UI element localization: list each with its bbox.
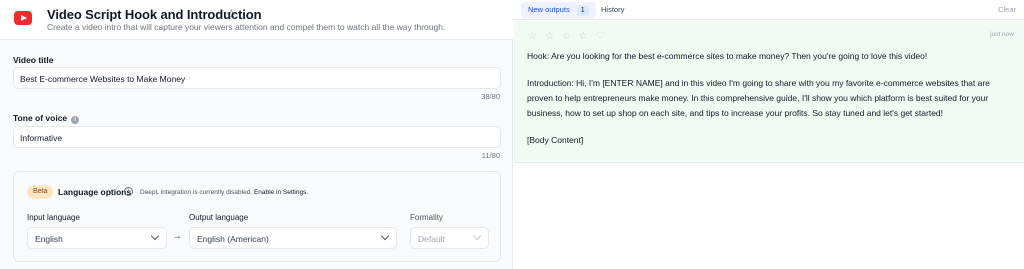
chevron-down-icon: [380, 231, 390, 241]
tone-of-voice-label-text: Tone of voice: [13, 113, 68, 123]
input-language-select[interactable]: English: [27, 227, 167, 249]
star-icon[interactable]: ☆: [562, 31, 571, 42]
beta-badge: Beta: [27, 185, 54, 199]
star-icon[interactable]: ☆: [528, 31, 537, 42]
form-panel: Video Script Hook and Introduction ☆ Cre…: [0, 0, 513, 269]
clear-button[interactable]: Clear: [998, 2, 1016, 18]
formality-select[interactable]: Default: [410, 227, 489, 249]
tab-history[interactable]: History: [594, 2, 631, 18]
formality-value: Default: [418, 234, 445, 244]
output-paragraph: Introduction: Hi, I'm [ENTER NAME] and i…: [527, 78, 990, 118]
output-language-label: Output language: [189, 213, 249, 222]
info-icon[interactable]: i: [71, 116, 80, 124]
chevron-down-icon: [150, 231, 160, 241]
input-language-label: Input language: [27, 213, 80, 222]
output-card: ☆ ☆ ☆ ☆ ♡ just now Hook: Are you looking for…: [514, 21, 1024, 163]
output-paragraph: [Body Content]: [527, 135, 584, 145]
deepl-note-text: DeepL integration is currently disabled.: [140, 189, 253, 196]
output-timestamp: just now: [990, 31, 1014, 38]
output-language-select[interactable]: English (American): [189, 227, 397, 249]
output-text[interactable]: Hook: Are you looking for the best e-com…: [527, 49, 1013, 160]
language-options-card: Beta Language options i DeepL integratio…: [13, 171, 501, 262]
output-language-value: English (American): [197, 234, 269, 244]
video-title-label: Video title: [13, 55, 54, 65]
deepl-note: DeepL integration is currently disabled.…: [140, 189, 308, 196]
tab-new-outputs[interactable]: New outputs 1: [521, 2, 596, 18]
tab-new-outputs-label: New outputs: [528, 5, 570, 14]
language-info-icon[interactable]: i: [124, 187, 133, 196]
input-language-value: English: [35, 234, 63, 244]
new-outputs-count-badge: 1: [576, 5, 589, 16]
heart-icon[interactable]: ♡: [596, 31, 605, 42]
output-tabs: New outputs 1 History Clear: [514, 0, 1024, 20]
output-panel: New outputs 1 History Clear ☆ ☆ ☆ ☆ ♡ just no…: [514, 0, 1024, 269]
video-title-input[interactable]: Best E-commerce Websites to Make Money: [13, 67, 501, 89]
star-icon[interactable]: ☆: [579, 31, 588, 42]
favorite-star-icon[interactable]: ☆: [225, 6, 238, 22]
tone-of-voice-counter: 11/80: [481, 151, 500, 160]
star-icon[interactable]: ☆: [545, 31, 554, 42]
chevron-down-icon: [472, 231, 482, 241]
enable-in-settings-link[interactable]: Enable in Settings.: [254, 189, 308, 196]
language-options-title: Language options: [58, 187, 132, 197]
tool-header: Video Script Hook and Introduction ☆ Cre…: [0, 0, 513, 40]
arrow-right-icon: →: [172, 231, 182, 242]
video-title-counter: 38/80: [481, 92, 500, 101]
page-subtitle: Create a video intro that will capture y…: [47, 22, 446, 32]
tone-of-voice-label: Tone of voice i: [13, 113, 80, 124]
formality-label: Formality: [410, 213, 443, 222]
tone-of-voice-input[interactable]: Informative: [13, 126, 501, 148]
youtube-icon: [14, 11, 32, 25]
rating-stars: ☆ ☆ ☆ ☆ ♡: [528, 28, 613, 42]
output-paragraph: Hook: Are you looking for the best e-com…: [527, 51, 928, 61]
